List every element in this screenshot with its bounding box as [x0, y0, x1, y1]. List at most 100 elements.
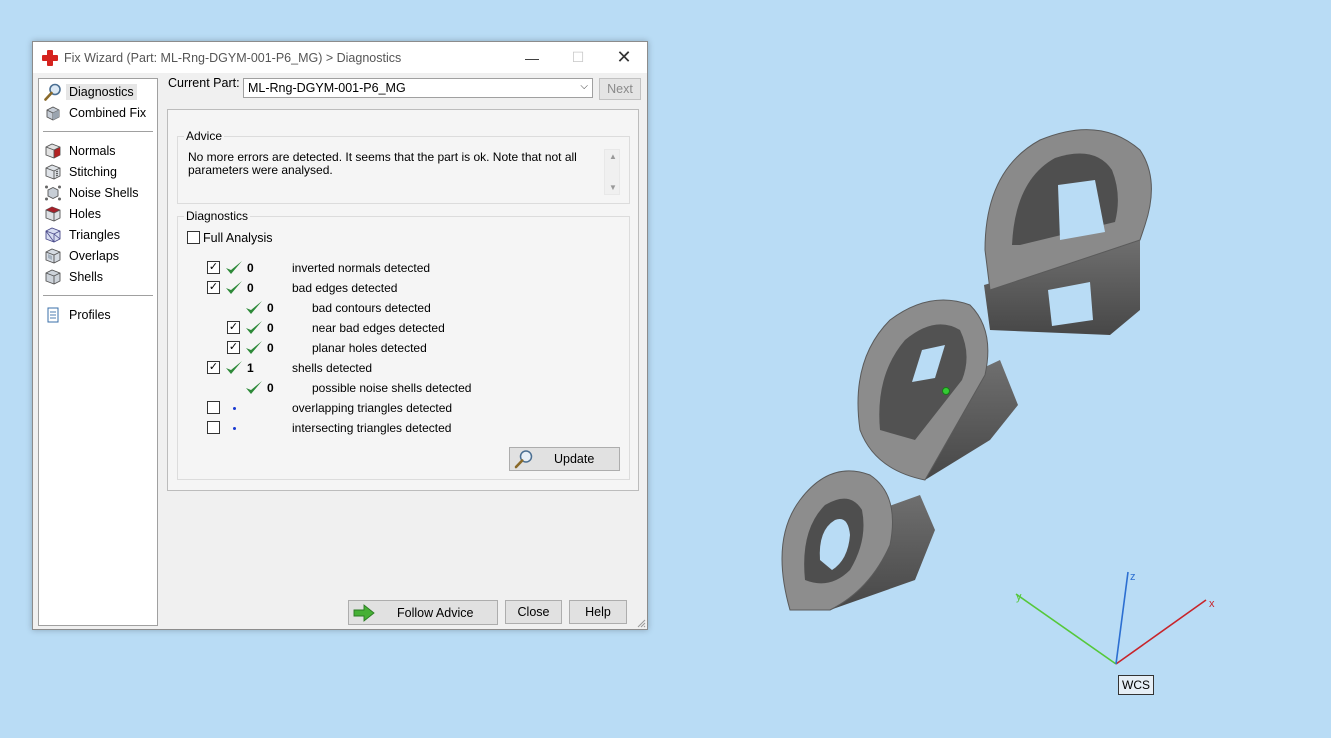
- diag-row-label: intersecting triangles detected: [292, 421, 452, 435]
- diag-row-label: planar holes detected: [312, 341, 427, 355]
- current-part-value: ML-Rng-DGYM-001-P6_MG: [248, 81, 406, 95]
- nav-label-overlaps: Overlaps: [69, 248, 120, 263]
- update-button[interactable]: Update: [509, 447, 620, 471]
- ok-check-icon: [226, 281, 242, 294]
- diag-row-checkbox[interactable]: [207, 421, 220, 434]
- diag-row-checkbox[interactable]: ✓: [207, 281, 220, 294]
- magnifier-icon: [44, 83, 61, 101]
- nav-label-noise-shells: Noise Shells: [69, 185, 139, 200]
- fix-wizard-window: Fix Wizard (Part: ML-Rng-DGYM-001-P6_MG)…: [32, 41, 648, 630]
- nav-item-shells[interactable]: Shells: [39, 266, 157, 287]
- shells-icon: [45, 269, 61, 284]
- diagnostics-group-title: Diagnostics: [184, 209, 251, 223]
- diag-row-checkbox[interactable]: ✓: [227, 341, 240, 354]
- scroll-down-icon[interactable]: ▼: [609, 183, 617, 192]
- advice-scrollbar[interactable]: ▲ ▼: [604, 149, 620, 195]
- advice-text: No more errors are detected. It seems th…: [188, 150, 577, 177]
- nav-divider: [43, 295, 153, 296]
- help-button[interactable]: Help: [569, 600, 627, 624]
- advice-group-title: Advice: [184, 129, 225, 143]
- current-part-label: Current Part:: [168, 76, 240, 90]
- x-axis-line: [1115, 599, 1207, 665]
- wcs-label: WCS: [1118, 675, 1154, 695]
- y-axis-label: y: [1016, 591, 1022, 603]
- title-bar[interactable]: Fix Wizard (Part: ML-Rng-DGYM-001-P6_MG)…: [33, 42, 647, 73]
- diag-row-label: inverted normals detected: [292, 261, 431, 275]
- window-title: Fix Wizard (Part: ML-Rng-DGYM-001-P6_MG)…: [64, 50, 402, 65]
- diagnostics-panel: Advice No more errors are detected. It s…: [167, 109, 639, 491]
- ok-check-icon: [245, 320, 263, 336]
- diag-row-count: 0: [267, 381, 274, 395]
- ok-check-icon: [246, 301, 262, 314]
- diag-row-count: 0: [247, 261, 254, 275]
- combined-fix-icon: [46, 105, 60, 121]
- nav-label-triangles: Triangles: [69, 227, 120, 242]
- advice-group: Advice No more errors are detected. It s…: [177, 129, 630, 204]
- ok-check-icon: [246, 381, 262, 394]
- diag-row-checkbox[interactable]: ✓: [207, 261, 220, 274]
- follow-advice-button[interactable]: Follow Advice: [348, 600, 498, 625]
- normals-icon: [45, 143, 61, 158]
- maximize-button[interactable]: ☐: [555, 42, 601, 73]
- diag-row-checkbox[interactable]: [207, 401, 220, 414]
- diag-row-count: 0: [267, 301, 274, 315]
- arrow-right-icon: [353, 603, 375, 622]
- next-button[interactable]: Next: [599, 78, 641, 100]
- diag-row-label: near bad edges detected: [312, 321, 445, 335]
- overlaps-icon: [45, 248, 61, 263]
- pivot-point-marker: [942, 387, 950, 395]
- diag-row-label: possible noise shells detected: [312, 381, 472, 395]
- nav-label-profiles: Profiles: [69, 307, 111, 322]
- nav-item-overlaps[interactable]: Overlaps: [39, 245, 157, 266]
- triangles-icon: [45, 227, 61, 242]
- scroll-up-icon[interactable]: ▲: [609, 152, 617, 161]
- ok-check-icon: [225, 260, 243, 276]
- pending-dot-icon: [233, 407, 236, 410]
- resize-grip-icon[interactable]: [636, 618, 646, 628]
- nav-item-holes[interactable]: Holes: [39, 203, 157, 224]
- nav-label-diagnostics: Diagnostics: [66, 83, 137, 100]
- magnifier-icon: [514, 450, 533, 469]
- close-window-button[interactable]: ✕: [601, 42, 647, 73]
- ok-check-icon: [226, 261, 242, 274]
- ok-check-icon: [245, 340, 263, 356]
- nav-item-combined-fix[interactable]: Combined Fix: [39, 102, 157, 123]
- minimize-button[interactable]: —: [509, 42, 555, 73]
- diag-row-label: shells detected: [292, 361, 373, 375]
- nav-label-stitching: Stitching: [69, 164, 117, 179]
- diag-row-label: overlapping triangles detected: [292, 401, 453, 415]
- stitching-icon: [45, 164, 61, 179]
- diag-row-count: 0: [267, 341, 274, 355]
- ok-check-icon: [246, 321, 262, 334]
- z-axis-line: [1115, 571, 1129, 665]
- ok-check-icon: [246, 341, 262, 354]
- ok-check-icon: [226, 361, 242, 374]
- noise-shells-icon: [45, 185, 61, 200]
- nav-item-noise-shells[interactable]: Noise Shells: [39, 182, 157, 203]
- nav-label-normals: Normals: [69, 143, 116, 158]
- diag-row-checkbox[interactable]: ✓: [207, 361, 220, 374]
- wcs-axes-gizmo: [1015, 571, 1207, 665]
- nav-item-normals[interactable]: Normals: [39, 140, 157, 161]
- full-analysis-checkbox[interactable]: [187, 231, 200, 244]
- holes-icon: [45, 206, 61, 221]
- current-part-select[interactable]: ML-Rng-DGYM-001-P6_MG ⌵: [243, 78, 593, 98]
- nav-label-combined-fix: Combined Fix: [69, 105, 147, 120]
- chevron-down-icon: ⌵: [580, 81, 588, 92]
- diag-row-count: 0: [247, 281, 254, 295]
- y-axis-line: [1015, 593, 1117, 665]
- ok-check-icon: [245, 300, 263, 316]
- nav-item-diagnostics[interactable]: Diagnostics: [39, 81, 157, 102]
- diag-row-label: bad edges detected: [292, 281, 398, 295]
- diag-row-checkbox[interactable]: ✓: [227, 321, 240, 334]
- nav-label-shells: Shells: [69, 269, 104, 284]
- app-cross-icon: [42, 49, 58, 66]
- close-button[interactable]: Close: [505, 600, 562, 624]
- update-button-label: Update: [554, 452, 595, 466]
- nav-item-stitching[interactable]: Stitching: [39, 161, 157, 182]
- nav-label-holes: Holes: [69, 206, 101, 221]
- nav-item-profiles[interactable]: Profiles: [39, 304, 157, 325]
- diag-row-label: bad contours detected: [312, 301, 431, 315]
- nav-item-triangles[interactable]: Triangles: [39, 224, 157, 245]
- part-3d-model[interactable]: [760, 110, 1180, 630]
